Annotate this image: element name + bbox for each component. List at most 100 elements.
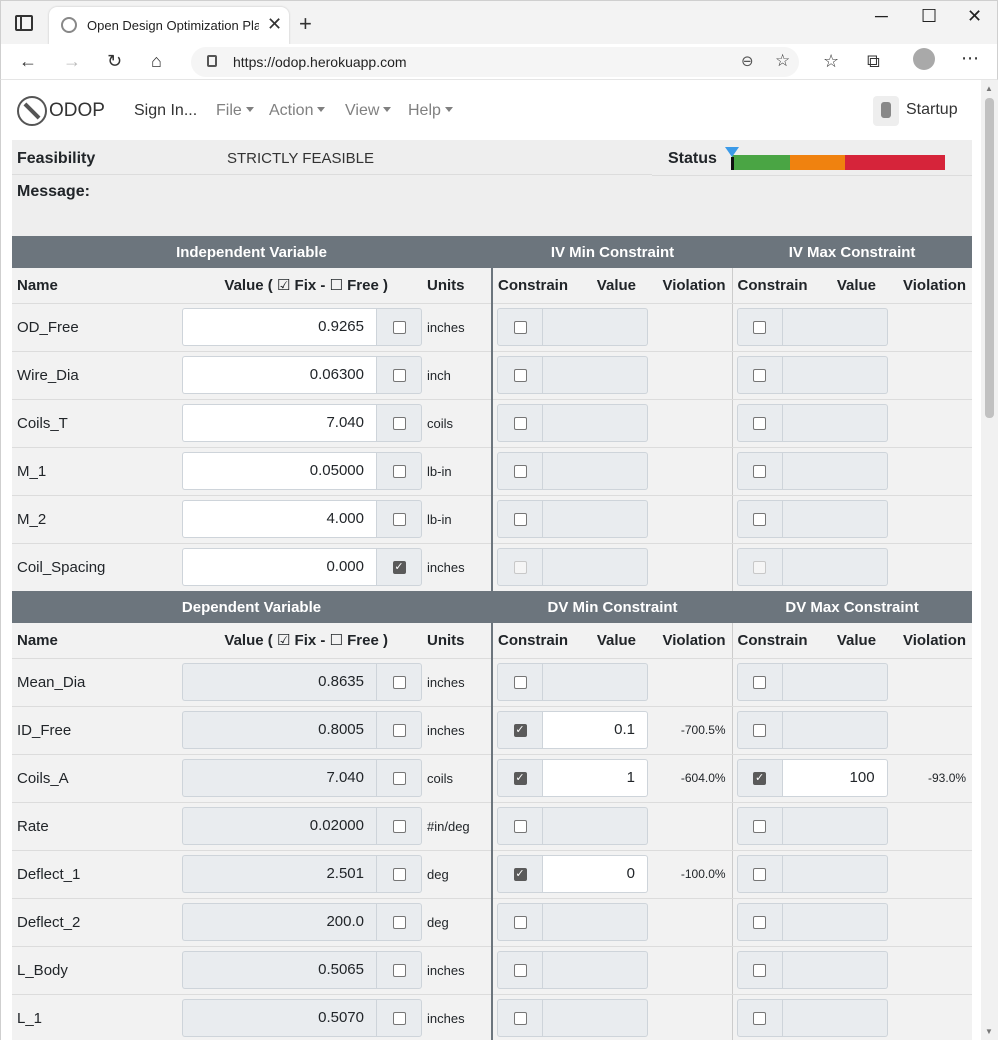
max-constrain-checkbox[interactable]: ✓ (753, 771, 767, 785)
max-constrain-checkbox[interactable] (753, 416, 767, 430)
min-constrain-checkbox-cell[interactable] (497, 404, 543, 442)
odop-logo-icon[interactable] (17, 96, 47, 126)
max-constrain-checkbox[interactable] (753, 963, 767, 977)
value-input[interactable]: 7.040 (182, 404, 376, 442)
fix-checkbox[interactable] (392, 1011, 406, 1025)
max-constrain-checkbox-cell[interactable] (736, 807, 783, 845)
minimize-icon[interactable]: ─ (875, 5, 888, 27)
scroll-thumb[interactable] (985, 98, 994, 418)
fix-checkbox[interactable] (392, 819, 406, 833)
value-input[interactable]: 0.05000 (182, 452, 376, 490)
fix-checkbox[interactable]: ✓ (392, 560, 406, 574)
value-input[interactable]: 0.000 (182, 548, 376, 586)
max-constrain-checkbox-cell[interactable] (736, 356, 783, 394)
max-constrain-checkbox[interactable] (753, 320, 767, 334)
min-constrain-checkbox[interactable] (513, 915, 527, 929)
min-constrain-checkbox[interactable] (513, 368, 527, 382)
max-constrain-checkbox-cell[interactable] (736, 951, 783, 989)
fix-checkbox[interactable] (392, 771, 406, 785)
maximize-icon[interactable]: ☐ (921, 5, 937, 27)
view-menu[interactable]: View (345, 102, 392, 120)
back-icon[interactable]: ← (19, 50, 37, 72)
max-constrain-checkbox[interactable] (753, 464, 767, 478)
fix-checkbox-cell[interactable] (376, 711, 422, 749)
file-menu[interactable]: File (216, 102, 254, 120)
max-constrain-checkbox-cell[interactable] (736, 999, 783, 1037)
min-constrain-checkbox-cell[interactable]: ✓ (497, 711, 544, 749)
min-constrain-checkbox[interactable] (513, 464, 527, 478)
max-constrain-checkbox-cell[interactable] (736, 855, 783, 893)
min-constrain-checkbox[interactable]: ✓ (513, 867, 527, 881)
page-scrollbar[interactable]: ▲ ▼ (981, 80, 998, 1040)
max-constrain-checkbox[interactable] (753, 723, 767, 737)
refresh-icon[interactable]: ↻ (107, 50, 122, 72)
value-input[interactable]: 0.06300 (182, 356, 376, 394)
fix-checkbox-cell[interactable] (376, 500, 422, 538)
favorites-icon[interactable]: ☆ (823, 50, 839, 72)
action-menu[interactable]: Action (269, 102, 326, 120)
min-constrain-checkbox-cell[interactable]: ✓ (497, 855, 544, 893)
min-constrain-checkbox-cell[interactable] (497, 807, 544, 845)
min-constrain-checkbox[interactable] (513, 416, 527, 430)
fix-checkbox[interactable] (392, 368, 406, 382)
min-constrain-checkbox[interactable] (513, 963, 527, 977)
startup-icon[interactable] (873, 96, 899, 126)
fix-checkbox-cell[interactable] (376, 356, 422, 394)
min-constrain-checkbox-cell[interactable] (497, 500, 543, 538)
fix-checkbox[interactable] (392, 320, 406, 334)
browser-tab[interactable]: Open Design Optimization Platfo ✕ (49, 7, 289, 45)
scroll-up-icon[interactable]: ▲ (985, 84, 993, 93)
max-constrain-checkbox-cell[interactable] (736, 711, 783, 749)
fix-checkbox[interactable] (392, 675, 406, 689)
lock-icon[interactable] (207, 55, 217, 67)
max-constrain-checkbox[interactable] (753, 819, 767, 833)
max-constrain-checkbox-cell[interactable] (736, 308, 783, 346)
min-constraint-value-input[interactable]: 0.1 (543, 711, 649, 749)
min-constrain-checkbox-cell[interactable] (497, 951, 544, 989)
min-constraint-value-input[interactable]: 0 (543, 855, 649, 893)
min-constrain-checkbox-cell[interactable] (497, 356, 543, 394)
min-constrain-checkbox[interactable] (513, 675, 527, 689)
sign-in-menu[interactable]: Sign In... (134, 102, 197, 120)
fix-checkbox-cell[interactable] (376, 855, 422, 893)
fix-checkbox[interactable] (392, 915, 406, 929)
fix-checkbox-cell[interactable] (376, 951, 422, 989)
fix-checkbox-cell[interactable] (376, 807, 422, 845)
fix-checkbox[interactable] (392, 963, 406, 977)
max-constrain-checkbox[interactable] (753, 368, 767, 382)
value-input[interactable]: 4.000 (182, 500, 376, 538)
min-constrain-checkbox[interactable] (513, 819, 527, 833)
favorite-add-icon[interactable]: ☆ (775, 51, 790, 71)
min-constraint-value-input[interactable]: 1 (543, 759, 649, 797)
min-constrain-checkbox-cell[interactable] (497, 308, 543, 346)
min-constrain-checkbox[interactable] (513, 512, 527, 526)
fix-checkbox-cell[interactable] (376, 452, 422, 490)
brand-name[interactable]: ODOP (49, 100, 105, 122)
fix-checkbox[interactable] (392, 867, 406, 881)
fix-checkbox[interactable] (392, 464, 406, 478)
collections-icon[interactable]: ⧉ (867, 50, 880, 72)
max-constrain-checkbox-cell[interactable] (736, 404, 783, 442)
scroll-down-icon[interactable]: ▼ (985, 1027, 993, 1036)
tab-close-icon[interactable]: ✕ (267, 15, 282, 33)
startup-label[interactable]: Startup (906, 101, 958, 119)
fix-checkbox-cell[interactable] (376, 759, 422, 797)
close-icon[interactable]: ✕ (967, 5, 982, 27)
min-constrain-checkbox[interactable] (513, 1011, 527, 1025)
new-tab-icon[interactable]: + (299, 13, 312, 35)
fix-checkbox-cell[interactable] (376, 663, 422, 701)
min-constrain-checkbox-cell[interactable] (497, 999, 544, 1037)
max-constrain-checkbox-cell[interactable]: ✓ (736, 759, 783, 797)
profile-icon[interactable] (913, 48, 935, 70)
more-icon[interactable]: ⋯ (961, 48, 980, 69)
min-constrain-checkbox[interactable]: ✓ (513, 771, 527, 785)
max-constrain-checkbox-cell[interactable] (736, 500, 783, 538)
help-menu[interactable]: Help (408, 102, 453, 120)
min-constrain-checkbox[interactable] (513, 320, 527, 334)
fix-checkbox-cell[interactable] (376, 308, 422, 346)
fix-checkbox[interactable] (392, 416, 406, 430)
tab-actions-icon[interactable] (15, 15, 33, 31)
min-constrain-checkbox[interactable]: ✓ (513, 723, 527, 737)
zoom-icon[interactable]: ⊖ (741, 52, 754, 70)
max-constrain-checkbox-cell[interactable] (736, 452, 783, 490)
